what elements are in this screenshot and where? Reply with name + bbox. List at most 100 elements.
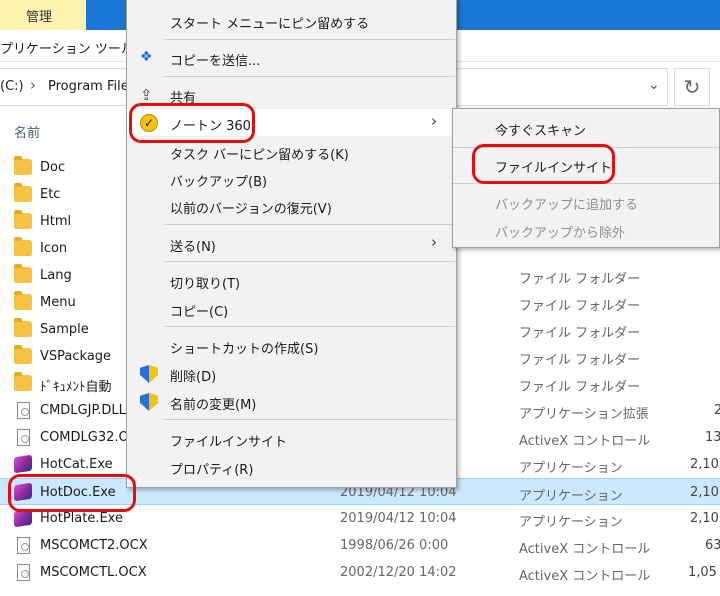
file-type: ファイル フォルダー bbox=[519, 272, 641, 287]
file-type: ActiveX コントロール bbox=[519, 542, 651, 557]
menu-item-label: 削除(D) bbox=[170, 370, 217, 385]
menu-item-cut[interactable]: 切り取り(T) bbox=[127, 267, 456, 294]
file-name: VSPackage bbox=[40, 349, 112, 364]
menu-item-rename[interactable]: 名前の変更(M) bbox=[127, 388, 456, 415]
list-item[interactable]: MSCOMCT2.OCX 1998/06/26 0:00 ActiveX コントロー… bbox=[0, 532, 720, 559]
file-size: 2,10 bbox=[690, 485, 719, 500]
file-type: ActiveX コントロール bbox=[519, 434, 651, 449]
dll-file-icon bbox=[17, 402, 30, 419]
file-type: ファイル フォルダー bbox=[519, 326, 641, 341]
refresh-button[interactable]: ↻ bbox=[674, 68, 710, 106]
file-size: 13 bbox=[705, 430, 720, 445]
context-menu: スタート メニューにピン留めする ❖ コピーを送信... ⇪ 共有 ✓ ノートン 36… bbox=[126, 0, 457, 488]
submenu-item-label: 今すぐスキャン bbox=[495, 124, 587, 139]
menu-item-delete[interactable]: 削除(D) bbox=[127, 360, 456, 387]
menu-separator bbox=[165, 224, 455, 225]
ocx-file-icon bbox=[17, 537, 30, 554]
folder-icon bbox=[14, 345, 32, 364]
folder-icon bbox=[14, 210, 32, 229]
file-type: ファイル フォルダー bbox=[519, 353, 641, 368]
file-type: アプリケーション bbox=[519, 461, 623, 476]
file-type: ファイル フォルダー bbox=[519, 380, 641, 395]
app-tools-label[interactable]: プリケーション ツール bbox=[0, 38, 134, 57]
list-item[interactable]: MSCOMCTL.OCX 2002/12/20 14:02 ActiveX コントロ… bbox=[0, 559, 720, 586]
menu-item-copy[interactable]: コピー(C) bbox=[127, 295, 456, 322]
highlight-norton bbox=[129, 103, 255, 143]
file-date: 1998/06/26 0:00 bbox=[340, 538, 449, 553]
folder-icon bbox=[14, 264, 32, 283]
file-type: アプリケーション拡張 bbox=[519, 407, 649, 422]
uac-shield-icon bbox=[140, 365, 158, 383]
file-size: 2,10 bbox=[690, 511, 719, 526]
menu-item-backup[interactable]: バックアップ(B) bbox=[127, 165, 456, 192]
file-name: Lang bbox=[40, 268, 72, 283]
menu-item-label: ファイルインサイト bbox=[170, 435, 288, 450]
file-name: MSCOMCTL.OCX bbox=[40, 565, 147, 580]
menu-item-label: 送る(N) bbox=[170, 240, 216, 255]
highlight-file-insight bbox=[472, 144, 615, 184]
menu-item-label: ショートカットの作成(S) bbox=[170, 342, 319, 357]
submenu-item-scan-now[interactable]: 今すぐスキャン bbox=[453, 114, 719, 142]
file-name: HotCat.Exe bbox=[40, 457, 113, 472]
menu-item-shortcut[interactable]: ショートカットの作成(S) bbox=[127, 332, 456, 359]
folder-icon bbox=[14, 372, 32, 391]
file-name: Sample bbox=[40, 322, 89, 337]
dropbox-icon: ❖ bbox=[140, 49, 153, 65]
menu-item-file-insight[interactable]: ファイルインサイト bbox=[127, 425, 456, 452]
menu-item-label: 名前の変更(M) bbox=[170, 398, 257, 413]
refresh-icon: ↻ bbox=[683, 75, 701, 99]
ocx-file-icon bbox=[17, 564, 30, 581]
breadcrumb-chevron-icon[interactable]: › bbox=[30, 76, 36, 94]
column-header-name[interactable]: 名前 bbox=[14, 122, 40, 141]
file-size: 1,05 bbox=[688, 565, 717, 580]
submenu-item-label: バックアップに追加する bbox=[495, 198, 639, 213]
file-name: Html bbox=[40, 214, 72, 229]
submenu-item-add-backup: バックアップに追加する bbox=[453, 188, 719, 216]
share-icon: ⇪ bbox=[140, 86, 153, 104]
menu-item-label: バックアップ(B) bbox=[170, 175, 268, 190]
menu-item-label: タスク バーにピン留めする(K) bbox=[170, 148, 349, 163]
file-name: CMDLGJP.DLL bbox=[40, 403, 126, 418]
folder-icon bbox=[14, 237, 32, 256]
file-date: 2002/12/20 14:02 bbox=[340, 565, 457, 580]
file-name: HotPlate.Exe bbox=[40, 511, 123, 526]
folder-icon bbox=[14, 183, 32, 202]
folder-icon bbox=[14, 291, 32, 310]
file-name: Menu bbox=[40, 295, 76, 310]
file-size: 2 bbox=[714, 403, 720, 418]
file-name: MSCOMCT2.OCX bbox=[40, 538, 148, 553]
file-size: 63 bbox=[705, 538, 720, 553]
file-size: 2,10 bbox=[690, 457, 719, 472]
submenu-arrow-icon: › bbox=[431, 112, 437, 130]
file-type: アプリケーション bbox=[519, 489, 623, 504]
menu-item-properties[interactable]: プロパティ(R) bbox=[127, 453, 456, 480]
menu-separator bbox=[165, 76, 455, 77]
folder-icon bbox=[14, 156, 32, 175]
file-name: COMDLG32.O bbox=[40, 430, 129, 445]
menu-separator bbox=[165, 39, 455, 40]
ocx-file-icon bbox=[17, 429, 30, 446]
menu-separator bbox=[165, 419, 455, 420]
file-date: 2019/04/12 10:04 bbox=[340, 511, 457, 526]
submenu-arrow-icon: › bbox=[431, 233, 437, 251]
file-name: ﾄﾞｷｭﾒﾝﾄ自動 bbox=[40, 380, 112, 395]
app-book-icon bbox=[14, 454, 32, 474]
tab-manage[interactable]: 管理 bbox=[0, 0, 86, 30]
file-type: アプリケーション bbox=[519, 515, 623, 530]
menu-item-label: プロパティ(R) bbox=[170, 463, 254, 478]
menu-item-restore[interactable]: 以前のバージョンの復元(V) bbox=[127, 192, 456, 219]
menu-item-pin-start[interactable]: スタート メニューにピン留めする bbox=[127, 7, 456, 34]
menu-item-label: スタート メニューにピン留めする bbox=[170, 17, 370, 32]
menu-separator bbox=[165, 326, 455, 327]
file-name: Icon bbox=[40, 241, 68, 256]
address-dropdown-icon[interactable]: ⌄ bbox=[648, 77, 660, 93]
file-type: ファイル フォルダー bbox=[519, 299, 641, 314]
menu-item-send-copy[interactable]: ❖ コピーを送信... bbox=[127, 44, 456, 71]
drive-crumb[interactable]: (C:) bbox=[0, 79, 24, 94]
submenu-item-remove-backup: バックアップから除外 bbox=[453, 216, 719, 244]
menu-item-label: コピー(C) bbox=[170, 305, 229, 320]
menu-item-label: 切り取り(T) bbox=[170, 277, 241, 292]
uac-shield-icon bbox=[140, 393, 158, 411]
menu-item-send-to[interactable]: 送る(N) › bbox=[127, 230, 456, 257]
program-files-crumb[interactable]: Program File bbox=[48, 79, 129, 94]
